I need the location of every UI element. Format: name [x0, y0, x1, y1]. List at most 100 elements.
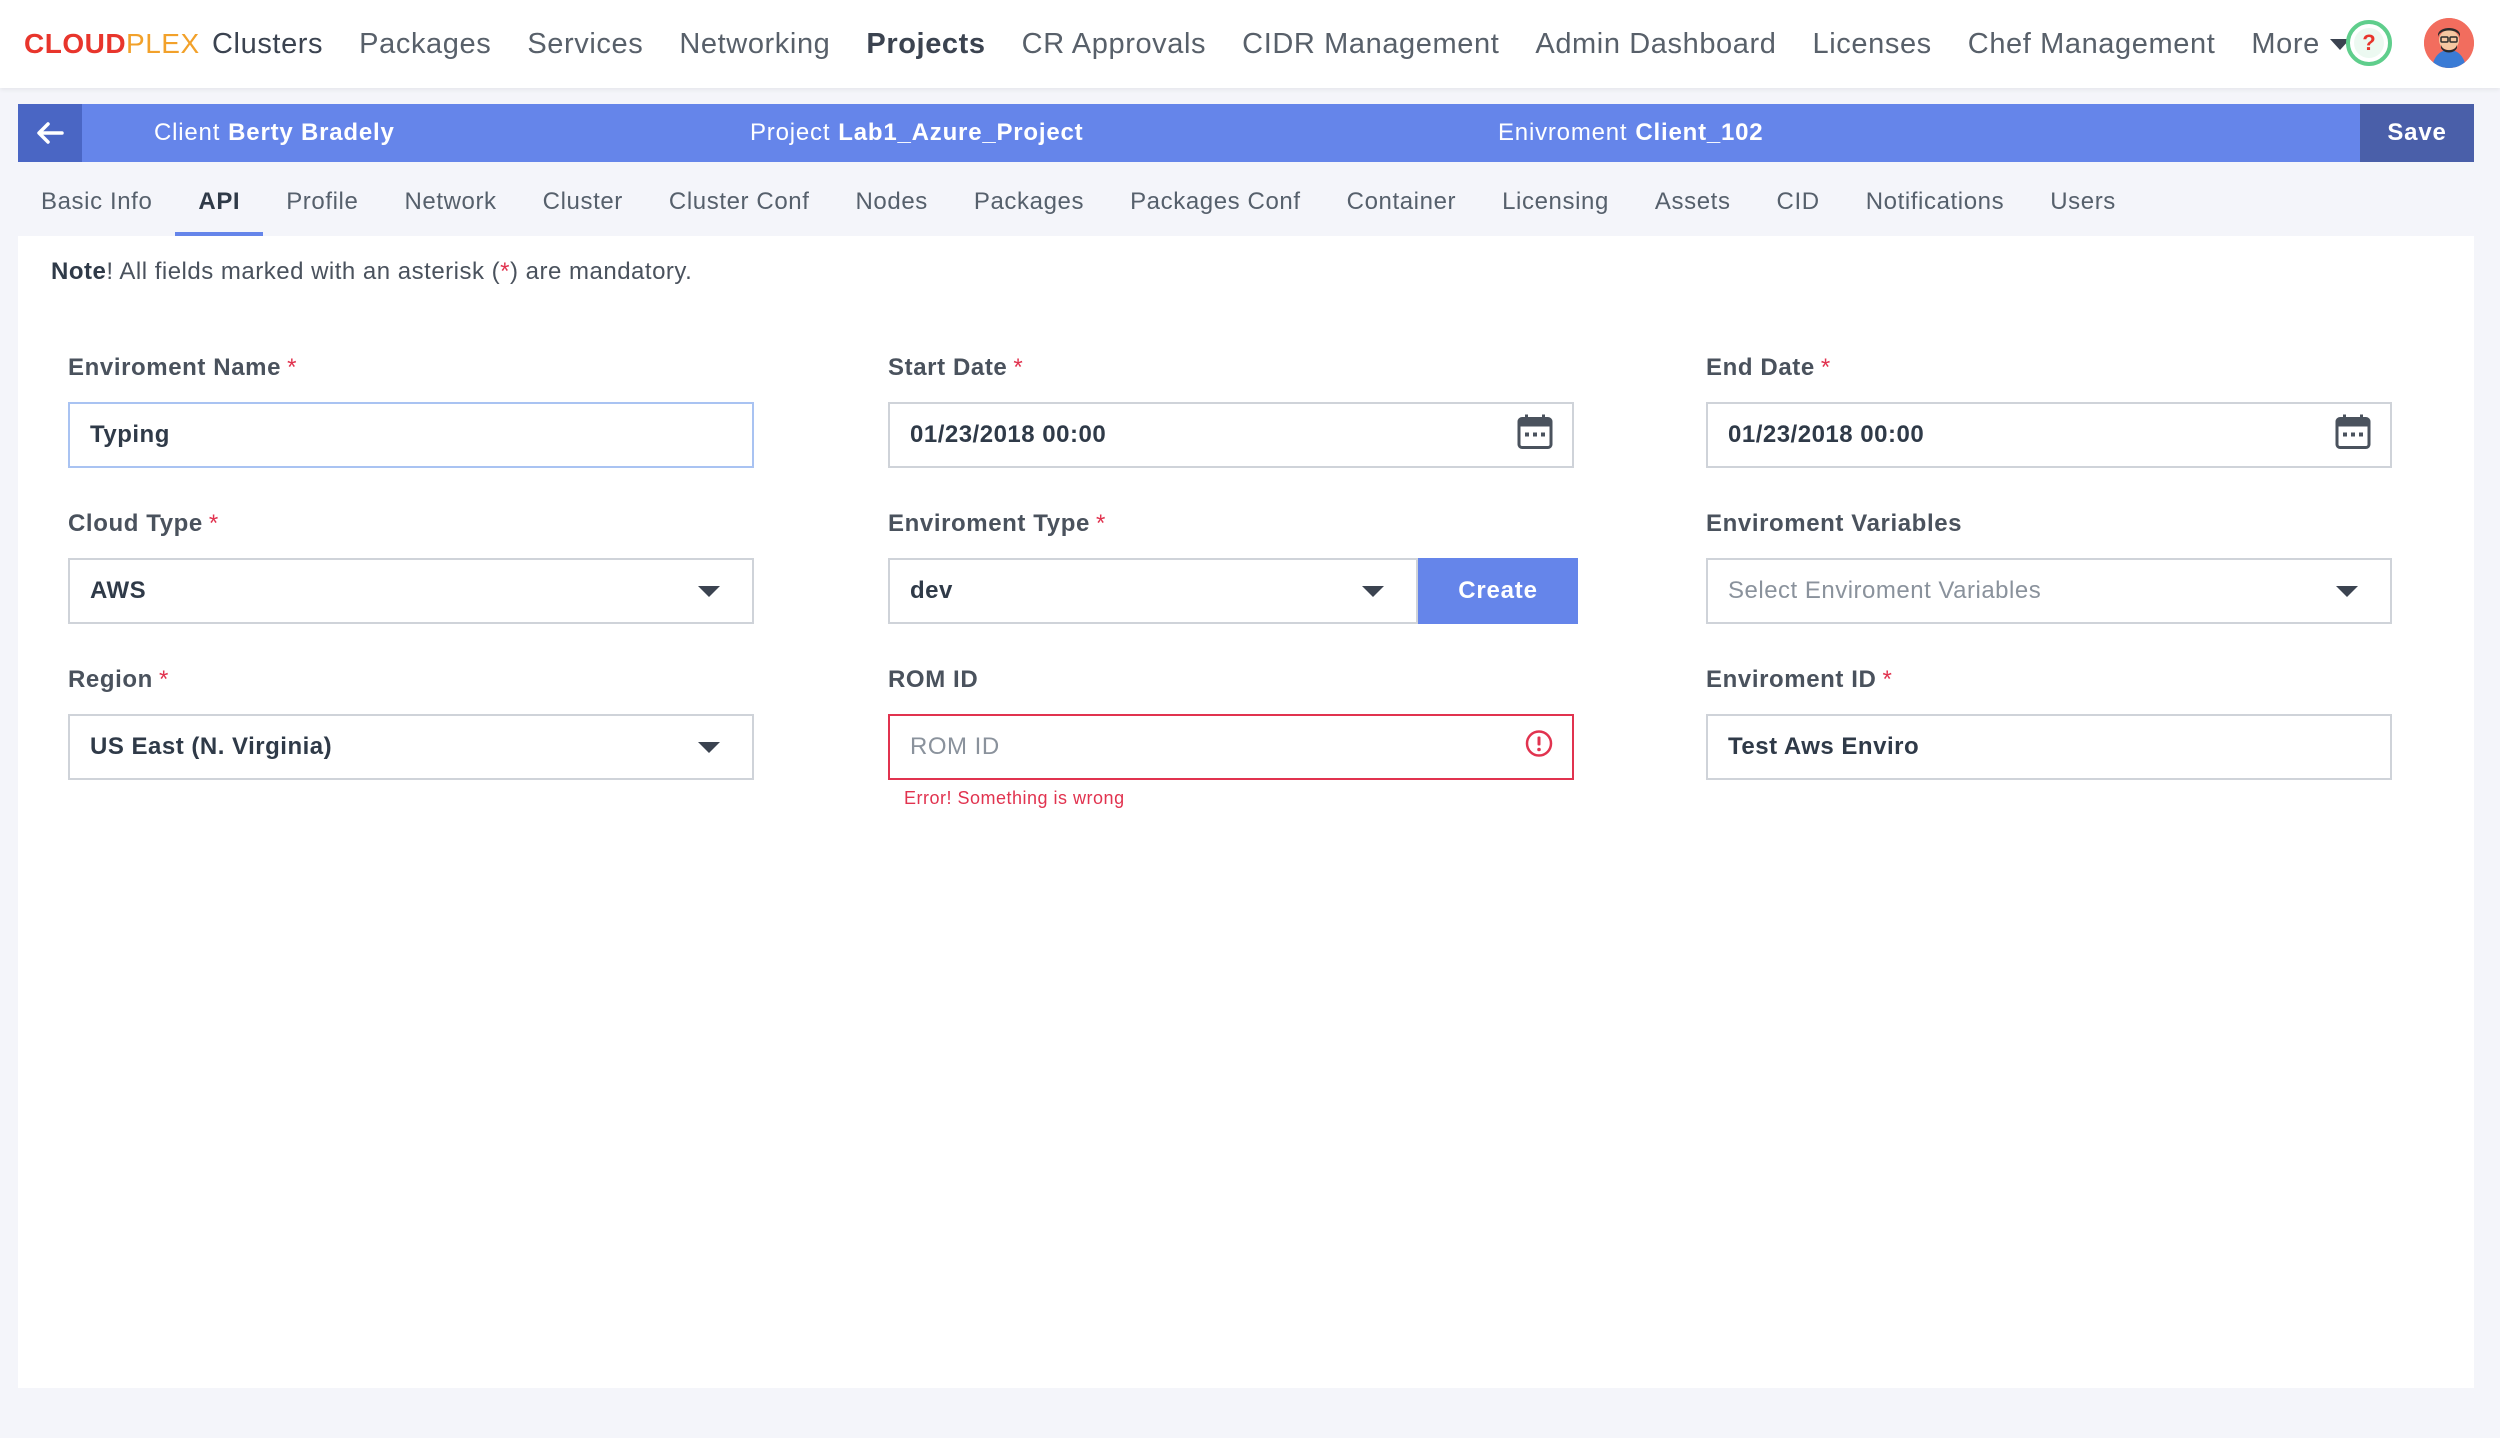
chevron-down-icon — [698, 586, 720, 597]
start-date-label-text: Start Date — [888, 354, 1008, 381]
project-label: Project — [750, 119, 831, 146]
env-type-label-text: Enviroment Type — [888, 510, 1090, 537]
end-date-label-text: End Date — [1706, 354, 1815, 381]
required-asterisk: * — [158, 666, 169, 693]
tab-packages[interactable]: Packages — [951, 170, 1107, 236]
back-button[interactable] — [18, 104, 82, 162]
nav-services[interactable]: Services — [527, 28, 643, 61]
avatar-icon — [2424, 18, 2474, 68]
env-type-value: dev — [910, 577, 953, 604]
required-asterisk: * — [287, 354, 298, 381]
env-id-label-text: Enviroment ID — [1706, 666, 1877, 693]
tab-network[interactable]: Network — [381, 170, 519, 236]
start-date-label: Start Date * — [888, 354, 1574, 384]
region-select[interactable]: US East (N. Virginia) — [68, 714, 754, 780]
top-nav: CLOUDPLEX Clusters Packages Services Net… — [0, 0, 2500, 88]
env-id-label: Enviroment ID * — [1706, 666, 2392, 696]
required-asterisk: * — [1820, 354, 1831, 381]
save-button[interactable]: Save — [2360, 104, 2474, 162]
region-label: Region * — [68, 666, 754, 696]
nav-clusters[interactable]: Clusters — [212, 28, 323, 61]
env-name-input[interactable]: Typing — [68, 402, 754, 468]
tab-packages-conf[interactable]: Packages Conf — [1107, 170, 1324, 236]
note-bold: Note — [51, 258, 107, 285]
note-text-post: ) are mandatory. — [510, 258, 693, 285]
create-env-type-button[interactable]: Create — [1418, 558, 1578, 624]
tab-basic-info[interactable]: Basic Info — [18, 170, 175, 236]
calendar-icon[interactable] — [1516, 413, 1554, 458]
region-value: US East (N. Virginia) — [90, 733, 333, 760]
start-date-input[interactable]: 01/23/2018 00:00 — [888, 402, 1574, 468]
env-id-value: Test Aws Enviro — [1728, 733, 1920, 760]
env-type-select[interactable]: dev — [888, 558, 1418, 624]
project-value: Lab1_Azure_Project — [838, 119, 1084, 146]
note-text-pre: ! All fields marked with an asterisk ( — [106, 258, 501, 285]
client-label: Client — [154, 119, 221, 146]
arrow-left-icon — [37, 122, 64, 144]
env-name-value: Typing — [90, 421, 170, 448]
nav-cr-approvals[interactable]: CR Approvals — [1022, 28, 1207, 61]
environment-label: Enivroment — [1498, 119, 1628, 146]
nav-more-label: More — [2251, 27, 2320, 60]
env-vars-field: Enviroment Variables Select Enviroment V… — [1706, 510, 2392, 624]
context-environment: Enivroment Client_102 — [1498, 104, 1763, 162]
env-vars-placeholder: Select Enviroment Variables — [1728, 577, 2042, 604]
env-vars-select[interactable]: Select Enviroment Variables — [1706, 558, 2392, 624]
nav-packages[interactable]: Packages — [359, 28, 491, 61]
context-project: Project Lab1_Azure_Project — [750, 104, 1083, 162]
env-id-input[interactable]: Test Aws Enviro — [1706, 714, 2392, 780]
cloudplex-logo[interactable]: CLOUDPLEX — [24, 28, 200, 60]
help-icon[interactable]: ? — [2346, 20, 2392, 66]
tab-cluster-conf[interactable]: Cluster Conf — [646, 170, 833, 236]
nav-licenses[interactable]: Licenses — [1813, 28, 1932, 61]
chevron-down-icon — [1362, 586, 1384, 597]
cloud-type-field: Cloud Type * AWS — [68, 510, 754, 624]
nav-chef-management[interactable]: Chef Management — [1968, 28, 2216, 61]
nav-cidr-management[interactable]: CIDR Management — [1242, 28, 1499, 61]
nav-more[interactable]: More — [2251, 27, 2350, 61]
rom-id-field: ROM ID ROM ID Error! Something is wrong — [888, 666, 1574, 809]
tab-bar: Basic Info API Profile Network Cluster C… — [18, 170, 2139, 236]
tab-assets[interactable]: Assets — [1632, 170, 1754, 236]
rom-id-error-message: Error! Something is wrong — [904, 788, 1125, 808]
end-date-value: 01/23/2018 00:00 — [1728, 421, 1925, 448]
cloud-type-select[interactable]: AWS — [68, 558, 754, 624]
tab-container[interactable]: Container — [1324, 170, 1479, 236]
end-date-input[interactable]: 01/23/2018 00:00 — [1706, 402, 2392, 468]
required-asterisk: * — [1882, 666, 1893, 693]
rom-id-input[interactable]: ROM ID — [888, 714, 1574, 780]
user-avatar[interactable] — [2424, 18, 2474, 68]
client-value: Berty Bradely — [228, 119, 395, 146]
tab-cluster[interactable]: Cluster — [520, 170, 646, 236]
nav-networking[interactable]: Networking — [679, 28, 830, 61]
nav-projects[interactable]: Projects — [866, 28, 985, 61]
help-icon-glyph: ? — [2354, 28, 2384, 58]
nav-admin-dashboard[interactable]: Admin Dashboard — [1535, 28, 1776, 61]
end-date-field: End Date * 01/23/2018 00:00 — [1706, 354, 2392, 468]
environment-value: Client_102 — [1635, 119, 1764, 146]
env-type-label: Enviroment Type * — [888, 510, 1596, 540]
form-panel: Note! All fields marked with an asterisk… — [18, 236, 2474, 1388]
region-label-text: Region — [68, 666, 153, 693]
error-icon — [1524, 729, 1554, 766]
env-name-label-text: Enviroment Name — [68, 354, 282, 381]
calendar-icon[interactable] — [2334, 413, 2372, 458]
tab-notifications[interactable]: Notifications — [1843, 170, 2028, 236]
tab-users[interactable]: Users — [2027, 170, 2139, 236]
logo-text-cloud: CLOUD — [24, 28, 127, 59]
tab-nodes[interactable]: Nodes — [833, 170, 951, 236]
cloud-type-value: AWS — [90, 577, 147, 604]
start-date-field: Start Date * 01/23/2018 00:00 — [888, 354, 1574, 468]
rom-id-placeholder: ROM ID — [910, 733, 1000, 760]
tab-licensing[interactable]: Licensing — [1479, 170, 1632, 236]
env-vars-label: Enviroment Variables — [1706, 510, 1963, 537]
tab-profile[interactable]: Profile — [263, 170, 381, 236]
logo-text-plex: PLEX — [126, 28, 200, 59]
required-asterisk: * — [208, 510, 219, 537]
chevron-down-icon — [2336, 586, 2358, 597]
tab-cid[interactable]: CID — [1754, 170, 1843, 236]
chevron-down-icon — [698, 742, 720, 753]
required-asterisk: * — [1013, 354, 1024, 381]
env-id-field: Enviroment ID * Test Aws Enviro — [1706, 666, 2392, 780]
tab-api[interactable]: API — [175, 170, 264, 236]
